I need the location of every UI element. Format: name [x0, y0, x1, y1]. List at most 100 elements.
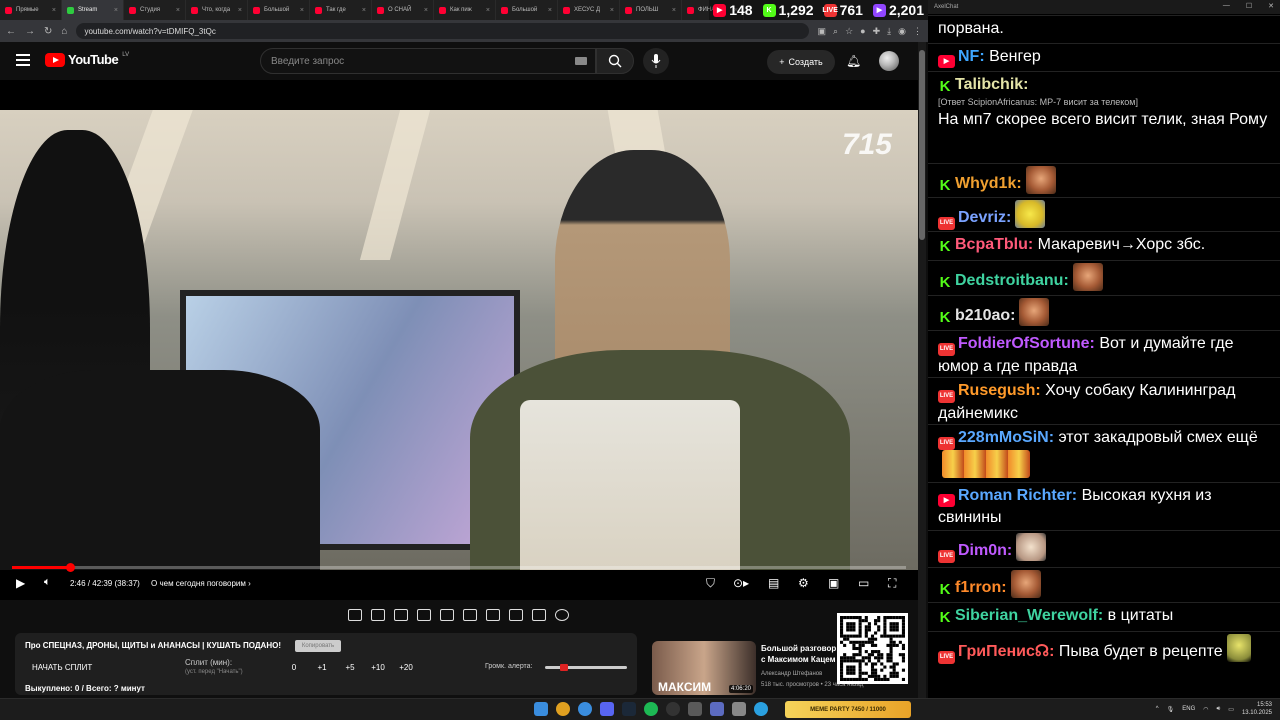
telegram-icon[interactable]	[754, 702, 768, 716]
speed-icon[interactable]	[486, 609, 500, 621]
lang-indicator[interactable]: ENG	[1182, 706, 1195, 712]
meme-party-widget[interactable]: MEME PARTY 7450 / 11000	[785, 701, 911, 718]
download-icon[interactable]: ⤓	[887, 26, 891, 37]
spotify-icon[interactable]	[644, 702, 658, 716]
minimize-icon[interactable]: —	[1223, 2, 1230, 10]
url-field[interactable]: youtube.com/watch?v=tDMIFQ_3tQc	[76, 23, 809, 39]
recommended-thumbnail[interactable]: МАКСИМ 4:06:20	[652, 641, 756, 695]
reload-icon[interactable]: ↻	[44, 26, 52, 37]
tab-close-icon[interactable]: ×	[548, 7, 552, 14]
chat-username[interactable]: Whyd1k:	[955, 175, 1022, 192]
loop-icon[interactable]	[348, 609, 362, 621]
obs-icon[interactable]	[666, 702, 680, 716]
volume-tray-icon[interactable]: 🔊︎	[1217, 706, 1221, 713]
theater-mode-icon[interactable]: ▭	[858, 576, 869, 590]
tab-close-icon[interactable]: ×	[300, 7, 304, 14]
subtitles-icon[interactable]: ▤	[768, 576, 779, 590]
tab-close-icon[interactable]: ×	[176, 7, 180, 14]
wifi-icon[interactable]: ◠	[1203, 706, 1208, 713]
frame-icon[interactable]	[440, 609, 454, 621]
chat-username[interactable]: f1rron:	[955, 579, 1007, 596]
home-icon[interactable]: ⌂	[61, 26, 67, 37]
tab-8[interactable]: Большой ×	[496, 0, 558, 20]
close-icon[interactable]: ✕	[1268, 2, 1274, 10]
search-button[interactable]	[596, 48, 634, 74]
screenshot-icon[interactable]	[394, 609, 408, 621]
discord-icon[interactable]	[600, 702, 614, 716]
chat-username[interactable]: Dedstroitbanu:	[955, 272, 1069, 289]
chat-username[interactable]: FoldierOfSortune:	[958, 335, 1095, 352]
tab-6[interactable]: О СНАЙ ×	[372, 0, 434, 20]
chat-username[interactable]: Roman Richter:	[958, 487, 1077, 504]
split-value-button[interactable]: +1	[308, 663, 336, 672]
hamburger-menu-icon[interactable]	[16, 54, 30, 66]
steam-icon[interactable]	[622, 702, 636, 716]
maximize-icon[interactable]: ☐	[1246, 2, 1252, 10]
tab-close-icon[interactable]: ×	[486, 7, 490, 14]
tab-close-icon[interactable]: ×	[362, 7, 366, 14]
tab-1[interactable]: Stream ×	[62, 0, 124, 20]
chat-username[interactable]: BcpaTblu:	[955, 236, 1033, 253]
chat-username[interactable]: NF:	[958, 48, 985, 65]
page-scrollbar[interactable]	[918, 42, 926, 698]
tab-9[interactable]: ХЕСУС Д ×	[558, 0, 620, 20]
keyboard-icon[interactable]	[575, 57, 587, 65]
tab-close-icon[interactable]: ×	[114, 7, 118, 14]
miniplayer-icon[interactable]: ▣	[828, 576, 839, 590]
search-input[interactable]: Введите запрос	[260, 48, 596, 74]
chat-username[interactable]: Talibchik:	[955, 76, 1029, 93]
copy-button[interactable]: Копировать	[295, 640, 341, 652]
settings-gear-icon[interactable]: ⚙	[798, 576, 809, 590]
progress-bar[interactable]	[12, 563, 906, 572]
chat-username[interactable]: Rusegush:	[958, 382, 1041, 399]
shield-icon[interactable]: ⛉	[706, 576, 715, 591]
media-icon[interactable]	[710, 702, 724, 716]
play-icon[interactable]: ▶	[16, 576, 25, 590]
profile-icon[interactable]: ◉	[898, 26, 906, 37]
chrome-icon[interactable]	[556, 702, 570, 716]
video-player[interactable]: 715	[0, 80, 918, 600]
autoplay-toggle[interactable]: ⊙▸	[733, 576, 749, 590]
chat-username[interactable]: Siberian_Werewolf:	[955, 607, 1103, 624]
split-value-button[interactable]: +5	[336, 663, 364, 672]
tab-0[interactable]: Прямые ×	[0, 0, 62, 20]
chat-username[interactable]: 228mMoSiN:	[958, 429, 1054, 446]
microphone-tray-icon[interactable]: 🎙︎	[1167, 706, 1175, 713]
forward-icon[interactable]: →	[25, 26, 35, 37]
tab-close-icon[interactable]: ×	[238, 7, 242, 14]
edge-icon[interactable]	[578, 702, 592, 716]
back-icon[interactable]: ←	[6, 26, 16, 37]
browser-menu-icon[interactable]: ⋮	[913, 26, 922, 37]
tab-2[interactable]: Студия ×	[124, 0, 186, 20]
chat-username[interactable]: ГриПенис☊:	[958, 643, 1054, 660]
broadcast-icon[interactable]	[371, 609, 385, 621]
youtube-logo[interactable]: YouTube LV	[45, 52, 129, 67]
battery-icon[interactable]: ▭	[1228, 706, 1234, 713]
volume-icon[interactable]: 🔈︎	[44, 576, 51, 589]
alert-volume-slider[interactable]	[545, 664, 627, 671]
clock[interactable]: 15:53 13.10.2025	[1242, 701, 1272, 717]
gear-icon[interactable]	[555, 609, 569, 621]
clapper-icon[interactable]	[417, 609, 431, 621]
add-icon[interactable]	[509, 609, 523, 621]
tab-close-icon[interactable]: ×	[672, 7, 676, 14]
timer-icon[interactable]	[463, 609, 477, 621]
puzzle-icon[interactable]: ✚	[873, 26, 881, 37]
calculator-icon[interactable]	[732, 702, 746, 716]
windows-start-icon[interactable]	[534, 702, 548, 716]
split-value-button[interactable]: 0	[280, 663, 308, 672]
tab-close-icon[interactable]: ×	[52, 7, 56, 14]
extension-icon[interactable]: ●	[860, 26, 865, 37]
chat-username[interactable]: Devriz:	[958, 209, 1011, 226]
tab-7[interactable]: Как пиж ×	[434, 0, 496, 20]
camera-icon[interactable]	[532, 609, 546, 621]
tab-close-icon[interactable]: ×	[424, 7, 428, 14]
tab-close-icon[interactable]: ×	[610, 7, 614, 14]
voice-search-button[interactable]	[643, 48, 669, 74]
tab-5[interactable]: Так где ×	[310, 0, 372, 20]
split-value-button[interactable]: +20	[392, 663, 420, 672]
avatar[interactable]	[879, 51, 899, 71]
chapter-title[interactable]: О чем сегодня поговорим ›	[151, 579, 251, 588]
recommended-title[interactable]: Большой разговор с Максимом Кацем	[761, 643, 841, 665]
zoom-icon[interactable]: ⌕	[833, 26, 838, 37]
